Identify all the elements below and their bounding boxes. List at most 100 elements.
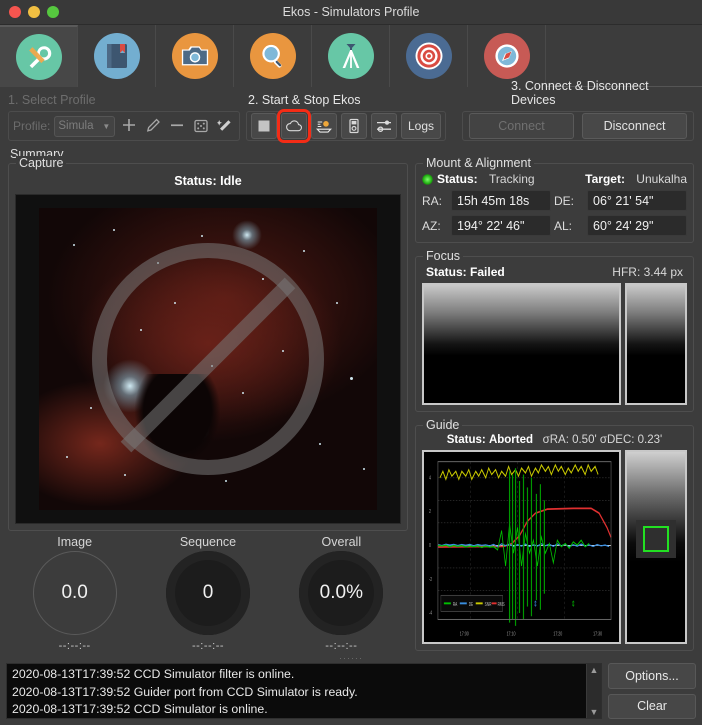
connect-button-label: Connect: [498, 119, 545, 133]
splitter-handle[interactable]: ······: [0, 653, 702, 663]
mount-status-key: Status:: [437, 172, 478, 186]
svg-text:⇕: ⇕: [571, 599, 575, 609]
guide-sigma-ra: σRA: 0.50': [542, 434, 597, 446]
disconnect-button[interactable]: Disconnect: [582, 113, 687, 139]
tab-capture[interactable]: [156, 25, 234, 87]
focus-hfr-value: 3.44 px: [643, 265, 683, 279]
de-label: DE:: [554, 193, 575, 208]
log-line: 2020-08-13T17:39:52 CCD Simulator filter…: [12, 667, 295, 681]
no-entry-overlay-icon: [92, 243, 324, 475]
log-output[interactable]: 2020-08-13T17:39:52 CCD Simulator filter…: [6, 663, 602, 719]
close-button[interactable]: [9, 6, 21, 18]
tab-mount[interactable]: [312, 25, 390, 87]
log-line: 2020-08-13T17:39:52 Guider port from CCD…: [12, 684, 358, 699]
options-button[interactable]: Options...: [608, 663, 696, 689]
tab-setup[interactable]: [0, 25, 78, 87]
mount-target-key: Target:: [585, 172, 625, 186]
usb-device-button[interactable]: [341, 113, 367, 139]
az-label: AZ:: [422, 218, 441, 233]
window-title: Ekos - Simulators Profile: [282, 5, 420, 19]
target-icon: [405, 33, 452, 79]
cloud-icon: [286, 120, 302, 132]
guide-body: 4 2 0 -2 -4 17:00 17:10 17:20 17:30 RA DE: [422, 450, 687, 644]
connect-button[interactable]: Connect: [469, 113, 574, 139]
step-2-label: 2. Start & Stop Ekos: [248, 93, 361, 107]
focus-group-title: Focus: [423, 249, 464, 263]
progress-sequence-value: 0: [165, 551, 250, 635]
camera-icon: [171, 33, 218, 79]
step-3-label: 3. Connect & Disconnect Devices: [511, 79, 649, 107]
tripod-icon: [327, 33, 374, 79]
wrench-icon: [15, 34, 62, 80]
device-control-group: Connect Disconnect: [462, 111, 694, 141]
focus-hfr-key: HFR:: [612, 265, 641, 279]
progress-overall-label: Overall: [321, 535, 362, 549]
progress-overall-time: --:--:--: [325, 640, 358, 652]
indi-web-button[interactable]: [277, 109, 311, 143]
ekos-options-button[interactable]: [371, 113, 397, 139]
svg-text:RMS: RMS: [498, 601, 505, 607]
profile-select[interactable]: Simula ▼: [54, 115, 116, 137]
guide-star-preview[interactable]: [625, 450, 687, 644]
scroll-down-icon[interactable]: ▼: [590, 707, 599, 717]
svg-text:17:00: 17:00: [460, 631, 469, 638]
tab-focus[interactable]: [234, 25, 312, 87]
mount-group: Mount & Alignment Status: Tracking Targe…: [415, 156, 694, 243]
tab-scheduler[interactable]: [78, 25, 156, 87]
de-value: 06° 21' 54": [587, 190, 687, 211]
ekos-window: Ekos - Simulators Profile 1. Select Prof…: [0, 0, 702, 725]
progress-sequence-label: Sequence: [179, 535, 237, 549]
tab-guide[interactable]: [468, 25, 546, 87]
focus-hfr-plot[interactable]: [422, 283, 621, 405]
log-scrollbar[interactable]: ▲ ▼: [586, 664, 601, 718]
ra-value: 15h 45m 18s: [451, 190, 551, 211]
summary-body: Capture Status: Idle Image 0.0 --:--:-- …: [0, 156, 702, 653]
progress-dials: Image 0.0 --:--:-- Sequence 0 --:--:-- O…: [8, 531, 408, 652]
options-button-label: Options...: [625, 668, 679, 683]
clear-button-label: Clear: [637, 699, 667, 714]
edit-profile-button[interactable]: [143, 116, 163, 137]
clear-button[interactable]: Clear: [608, 693, 696, 719]
scroll-up-icon[interactable]: ▲: [590, 665, 599, 675]
az-value: 194° 22' 46": [451, 215, 551, 236]
tab-align[interactable]: [390, 25, 468, 87]
step-labels: 1. Select Profile 2. Start & Stop Ekos 3…: [0, 79, 702, 109]
weather-button[interactable]: [311, 113, 337, 139]
add-profile-button[interactable]: [119, 116, 139, 137]
delete-profile-button[interactable]: [167, 116, 187, 137]
logs-button[interactable]: Logs: [401, 113, 442, 139]
ekos-control-group: Logs: [246, 109, 446, 143]
profile-select-value: Simula: [58, 120, 94, 132]
minimize-button[interactable]: [28, 6, 40, 18]
sliders-icon: [377, 120, 391, 132]
progress-sequence-time: --:--:--: [191, 640, 225, 652]
mount-target-value: Unukalha: [636, 172, 687, 186]
guide-status-key: Status:: [446, 434, 486, 446]
custom-drivers-button[interactable]: [191, 116, 211, 137]
svg-text:SNR: SNR: [485, 601, 492, 607]
progress-overall-value: 0.0%: [299, 551, 384, 635]
guide-deviation-chart[interactable]: 4 2 0 -2 -4 17:00 17:10 17:20 17:30 RA DE: [422, 450, 621, 644]
magnifier-icon: [249, 33, 296, 79]
log-lines: 2020-08-13T17:39:52 CCD Simulator filter…: [7, 664, 586, 718]
step-1-label: 1. Select Profile: [8, 93, 96, 107]
focus-status-key: Status:: [426, 265, 467, 279]
capture-preview[interactable]: [15, 194, 401, 524]
focus-star-preview[interactable]: [625, 283, 687, 405]
svg-text:-2: -2: [429, 576, 432, 583]
guide-status-value: Aborted: [488, 434, 534, 446]
compass-icon: [483, 33, 530, 79]
mount-group-title: Mount & Alignment: [423, 156, 534, 170]
tab-bar-filler: [546, 25, 702, 86]
maximize-button[interactable]: [47, 6, 59, 18]
profile-wizard-button[interactable]: [215, 116, 235, 137]
control-row: Profile: Simula ▼ Logs Connect Disconnec…: [0, 109, 702, 143]
weather-sun-icon: [316, 121, 332, 133]
logs-button-label: Logs: [408, 119, 435, 133]
guide-tracking-box: [643, 526, 669, 553]
stop-ekos-button[interactable]: [251, 113, 277, 139]
svg-text:2: 2: [429, 508, 431, 515]
guide-group-title: Guide: [423, 418, 463, 432]
svg-text:-4: -4: [429, 610, 432, 617]
book-icon: [93, 33, 140, 79]
